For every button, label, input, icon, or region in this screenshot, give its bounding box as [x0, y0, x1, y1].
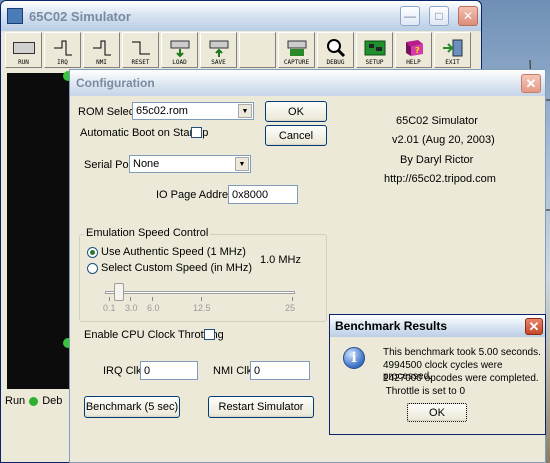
benchmark-titlebar[interactable]: Benchmark Results ✕	[330, 315, 545, 337]
status-bar: Run Deb	[5, 393, 71, 409]
minimize-button[interactable]: —	[400, 6, 420, 26]
circuit-board-icon	[362, 37, 388, 59]
slider-tick-label: 0.1	[103, 303, 116, 313]
toolbar-run-button[interactable]: RUN	[5, 32, 42, 68]
about-app-name: 65C02 Simulator	[396, 115, 478, 127]
benchmark-line: This benchmark took 5.00 seconds.	[383, 347, 541, 358]
capture-icon	[284, 37, 310, 59]
maximize-button[interactable]: □	[429, 6, 449, 26]
slider-tick-label: 12.5	[193, 303, 211, 313]
info-icon: i	[343, 347, 365, 369]
io-page-input[interactable]: 0x8000	[228, 185, 298, 204]
toolbar-debug-button[interactable]: DEBUG	[317, 32, 354, 68]
exit-door-icon	[440, 37, 466, 59]
slider-tick-label: 6.0	[147, 303, 160, 313]
svg-text:?: ?	[415, 46, 420, 55]
speed-slider-track[interactable]	[105, 291, 295, 294]
toolbar-reset-button[interactable]: RESET	[122, 32, 159, 68]
irq-icon	[50, 37, 76, 59]
nmi-icon	[89, 37, 115, 59]
irq-clk-label: IRQ Clk:	[103, 365, 145, 377]
toolbar: RUN IRQ NMI RESET LOAD SAVE CAPTURE DEBU…	[5, 32, 471, 68]
benchmark-title: Benchmark Results	[335, 319, 448, 333]
auto-boot-label: Automatic Boot on Startup	[80, 127, 209, 139]
custom-speed-radio[interactable]	[87, 263, 98, 274]
chevron-down-icon: ▼	[238, 104, 252, 118]
toolbar-load-button[interactable]: LOAD	[161, 32, 198, 68]
simulator-title: 65C02 Simulator	[29, 8, 131, 24]
speed-slider-thumb[interactable]	[114, 283, 124, 301]
benchmark-ok-button[interactable]: OK	[407, 403, 467, 422]
about-author: By Daryl Rictor	[400, 154, 474, 166]
ok-button[interactable]: OK	[265, 101, 327, 122]
rom-select-label: ROM Select:	[78, 106, 141, 118]
custom-speed-label: Select Custom Speed (in MHz)	[101, 262, 252, 274]
toolbar-save-button[interactable]: SAVE	[200, 32, 237, 68]
authentic-speed-radio[interactable]	[87, 247, 98, 258]
slider-tick-label: 25	[285, 303, 296, 313]
about-url: http://65c02.tripod.com	[384, 173, 496, 185]
restart-simulator-button[interactable]: Restart Simulator	[208, 396, 314, 418]
debug-status-label: Deb	[42, 395, 63, 407]
cancel-button[interactable]: Cancel	[265, 125, 327, 146]
nmi-clk-label: NMI Clk:	[213, 365, 256, 377]
authentic-speed-label: Use Authentic Speed (1 MHz)	[101, 246, 246, 258]
rom-select-dropdown[interactable]: 65c02.rom ▼	[132, 102, 254, 120]
load-icon	[167, 37, 193, 59]
irq-clk-input[interactable]: 0	[140, 361, 198, 380]
speed-group-title: Emulation Speed Control	[84, 227, 211, 239]
io-page-label: IO Page Address	[156, 189, 240, 201]
throttle-checkbox[interactable]	[204, 329, 215, 340]
benchmark-dialog: Benchmark Results ✕ i This benchmark too…	[329, 314, 546, 435]
nmi-clk-input[interactable]: 0	[250, 361, 310, 380]
close-button[interactable]: ✕	[458, 6, 478, 26]
configuration-titlebar[interactable]: Configuration ✕	[70, 70, 545, 96]
app-icon	[7, 8, 23, 24]
toolbar-setup-button[interactable]: SETUP	[356, 32, 393, 68]
serial-port-dropdown[interactable]: None ▼	[129, 155, 251, 173]
auto-boot-checkbox[interactable]	[191, 127, 202, 138]
toolbar-exit-button[interactable]: EXIT	[434, 32, 471, 68]
about-version: v2.01 (Aug 20, 2003)	[392, 134, 495, 146]
toolbar-capture-button[interactable]: CAPTURE	[278, 32, 315, 68]
run-status-label: Run	[5, 395, 26, 407]
magnifier-icon	[323, 37, 349, 59]
help-book-icon: ?	[401, 37, 427, 59]
speed-readout: 1.0 MHz	[260, 254, 301, 266]
reset-icon	[128, 37, 154, 59]
benchmark-button[interactable]: Benchmark (5 sec)	[84, 396, 180, 418]
save-icon	[206, 37, 232, 59]
toolbar-irq-button[interactable]: IRQ	[44, 32, 81, 68]
benchmark-close-button[interactable]: ✕	[525, 317, 543, 335]
benchmark-line: Throttle is set to 0	[383, 386, 466, 397]
toolbar-blank-button[interactable]	[239, 32, 276, 68]
run-led-icon	[29, 396, 39, 406]
toolbar-help-button[interactable]: ? HELP	[395, 32, 432, 68]
chevron-down-icon: ▼	[235, 157, 249, 171]
benchmark-line: 1427000 opcodes were completed.	[383, 373, 539, 384]
toolbar-nmi-button[interactable]: NMI	[83, 32, 120, 68]
configuration-close-button[interactable]: ✕	[521, 73, 541, 93]
simulator-terminal-area	[7, 71, 73, 389]
throttle-label: Enable CPU Clock Throttling	[84, 329, 224, 341]
slider-tick-label: 3.0	[125, 303, 138, 313]
simulator-titlebar[interactable]: 65C02 Simulator — □ ✕	[1, 1, 481, 31]
chip-icon	[12, 42, 35, 54]
configuration-title: Configuration	[76, 76, 155, 90]
